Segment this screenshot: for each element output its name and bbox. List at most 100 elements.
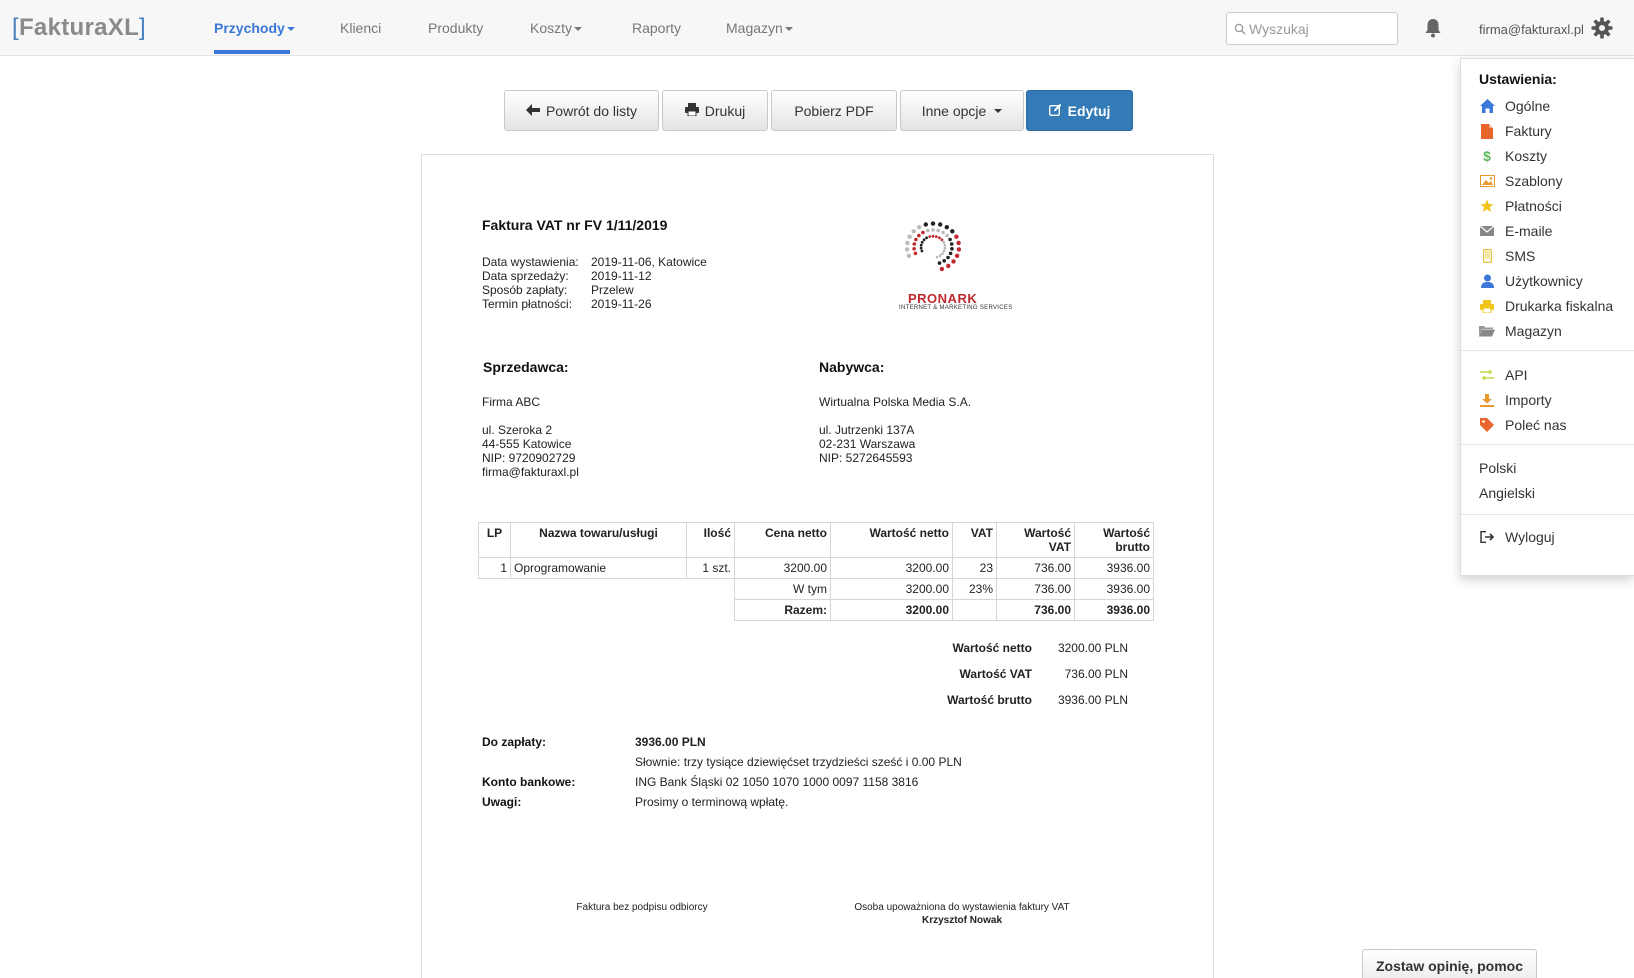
- settings-item-label: E-maile: [1505, 223, 1553, 239]
- empty-cell: [687, 600, 735, 621]
- settings-item-emaile[interactable]: E-maile: [1479, 221, 1552, 241]
- logo-dot: [928, 235, 932, 238]
- empty-cell: [511, 600, 687, 621]
- logo-dot: [941, 230, 945, 235]
- meta-label: Data sprzedaży:: [482, 269, 569, 283]
- logo-dot: [935, 255, 939, 259]
- logo-dot: [938, 254, 942, 258]
- settings-item-szablony[interactable]: Szablony: [1479, 171, 1563, 191]
- settings-item-uzytkownicy[interactable]: Użytkownicy: [1479, 271, 1583, 291]
- search-icon: [1234, 22, 1246, 40]
- language-polski[interactable]: Polski: [1479, 458, 1516, 478]
- logo-dot: [950, 247, 954, 251]
- settings-item-importy[interactable]: Importy: [1479, 390, 1552, 410]
- settings-item-sms[interactable]: SMS: [1479, 246, 1535, 266]
- logo-dot: [941, 252, 944, 255]
- print-button[interactable]: Drukuj: [662, 90, 768, 131]
- settings-item-api[interactable]: API: [1479, 365, 1528, 385]
- meta-label: Data wystawienia:: [482, 255, 579, 269]
- logo-dot: [907, 234, 912, 239]
- more-options-button[interactable]: Inne opcje: [900, 90, 1024, 131]
- logo-dot: [920, 249, 924, 253]
- edit-button[interactable]: Edytuj: [1026, 90, 1133, 131]
- menu-divider: [1461, 444, 1634, 445]
- logo-dot: [919, 246, 923, 250]
- settings-item-label: SMS: [1505, 248, 1536, 264]
- meta-value: Przelew: [591, 283, 634, 297]
- file-icon: [1479, 123, 1495, 139]
- nav-item-klienci[interactable]: Klienci: [340, 20, 381, 36]
- settings-header: Ustawienia:: [1479, 71, 1557, 87]
- table-row: 1 Oprogramowanie 1 szt. 3200.00 3200.00 …: [478, 557, 1154, 579]
- settings-item-label: Drukarka fiskalna: [1505, 298, 1614, 314]
- settings-item-label: Użytkownicy: [1505, 273, 1583, 289]
- logo-dot: [948, 237, 952, 242]
- seller-street: ul. Szeroka 2: [482, 423, 553, 437]
- logo-dot: [914, 237, 918, 242]
- nav-label: Magazyn: [726, 20, 783, 36]
- settings-item-label: Faktury: [1505, 123, 1552, 139]
- print-button-label: Drukuj: [704, 102, 746, 119]
- buyer-city: 02-231 Warszawa: [819, 437, 916, 451]
- logo-dot: [950, 229, 955, 234]
- logo-dot: [906, 253, 912, 258]
- logout-item[interactable]: Wyloguj: [1479, 527, 1555, 547]
- bank-account-value: ING Bank Śląski 02 1050 1070 1000 0097 1…: [635, 775, 919, 789]
- arrow-left-icon: [525, 103, 540, 119]
- pdf-button-label: Pobierz PDF: [794, 102, 874, 119]
- language-angielski[interactable]: Angielski: [1479, 483, 1535, 503]
- download-pdf-button[interactable]: Pobierz PDF: [771, 90, 897, 131]
- col-gross: Wartość brutto: [1074, 522, 1154, 558]
- meta-value: 2019-11-26: [591, 297, 652, 311]
- logo-dot: [917, 225, 922, 230]
- nav-item-koszty[interactable]: Koszty: [530, 20, 583, 36]
- nav-item-produkty[interactable]: Produkty: [428, 20, 483, 36]
- settings-item-magazyn[interactable]: Magazyn: [1479, 321, 1562, 341]
- nav-label: Koszty: [530, 20, 573, 36]
- meta-value: 2019-11-12: [591, 269, 652, 283]
- search-input[interactable]: [1249, 19, 1389, 39]
- gear-icon[interactable]: [1591, 17, 1613, 44]
- logo-dot: [913, 251, 918, 256]
- settings-item-label: Szablony: [1505, 173, 1563, 189]
- nav-item-raporty[interactable]: Raporty: [632, 20, 681, 36]
- cell-net: 3200.00: [830, 557, 953, 579]
- user-email-menu[interactable]: firma@fakturaxl.pl: [1479, 22, 1584, 37]
- user-icon: [1479, 273, 1495, 289]
- nav-item-przychody[interactable]: Przychody: [214, 20, 295, 36]
- settings-item-drukarka-fiskalna[interactable]: Drukarka fiskalna: [1479, 296, 1613, 316]
- logo-dot: [912, 247, 916, 251]
- logo-dot: [934, 235, 938, 238]
- buyer-heading: Nabywca:: [819, 359, 885, 375]
- search-box: [1226, 12, 1398, 45]
- logo-dot: [919, 243, 923, 247]
- bell-icon[interactable]: [1424, 18, 1442, 43]
- settings-item-label: Koszty: [1505, 148, 1548, 164]
- settings-item-koszty[interactable]: $ Koszty: [1479, 146, 1547, 166]
- brand-logo[interactable]: [FakturaXL]: [12, 14, 146, 42]
- settings-item-ogolne[interactable]: Ogólne: [1479, 96, 1550, 116]
- logo-dot: [938, 236, 941, 240]
- nav-label: Raporty: [632, 20, 682, 36]
- star-icon: [1479, 198, 1495, 214]
- settings-item-platnosci[interactable]: Płatności: [1479, 196, 1562, 216]
- feedback-button[interactable]: Zostaw opinię, pomoc: [1362, 949, 1537, 978]
- logo-dot: [917, 233, 921, 238]
- cell-vat-value: 736.00: [996, 557, 1075, 579]
- buyer-nip: NIP: 5272645593: [819, 451, 913, 465]
- settings-item-polec-nas[interactable]: Poleć nas: [1479, 415, 1566, 435]
- nav-item-magazyn[interactable]: Magazyn: [726, 20, 793, 36]
- seller-nip: NIP: 9720902729: [482, 451, 576, 465]
- logo-dot: [943, 243, 947, 247]
- cell-total-vat-value: 736.00: [996, 599, 1075, 621]
- caret-down-icon: [286, 27, 295, 32]
- settings-item-label: API: [1505, 367, 1528, 383]
- dollar-icon: $: [1483, 148, 1491, 164]
- logo-dot: [931, 234, 935, 238]
- cell-vat: 23: [952, 557, 997, 579]
- edit-button-label: Edytuj: [1067, 102, 1111, 119]
- back-to-list-button[interactable]: Powrót do listy: [504, 90, 659, 131]
- meta-label: Termin płatności:: [482, 297, 573, 311]
- settings-item-faktury[interactable]: Faktury: [1479, 121, 1552, 141]
- meta-value: 2019-11-06, Katowice: [591, 255, 707, 269]
